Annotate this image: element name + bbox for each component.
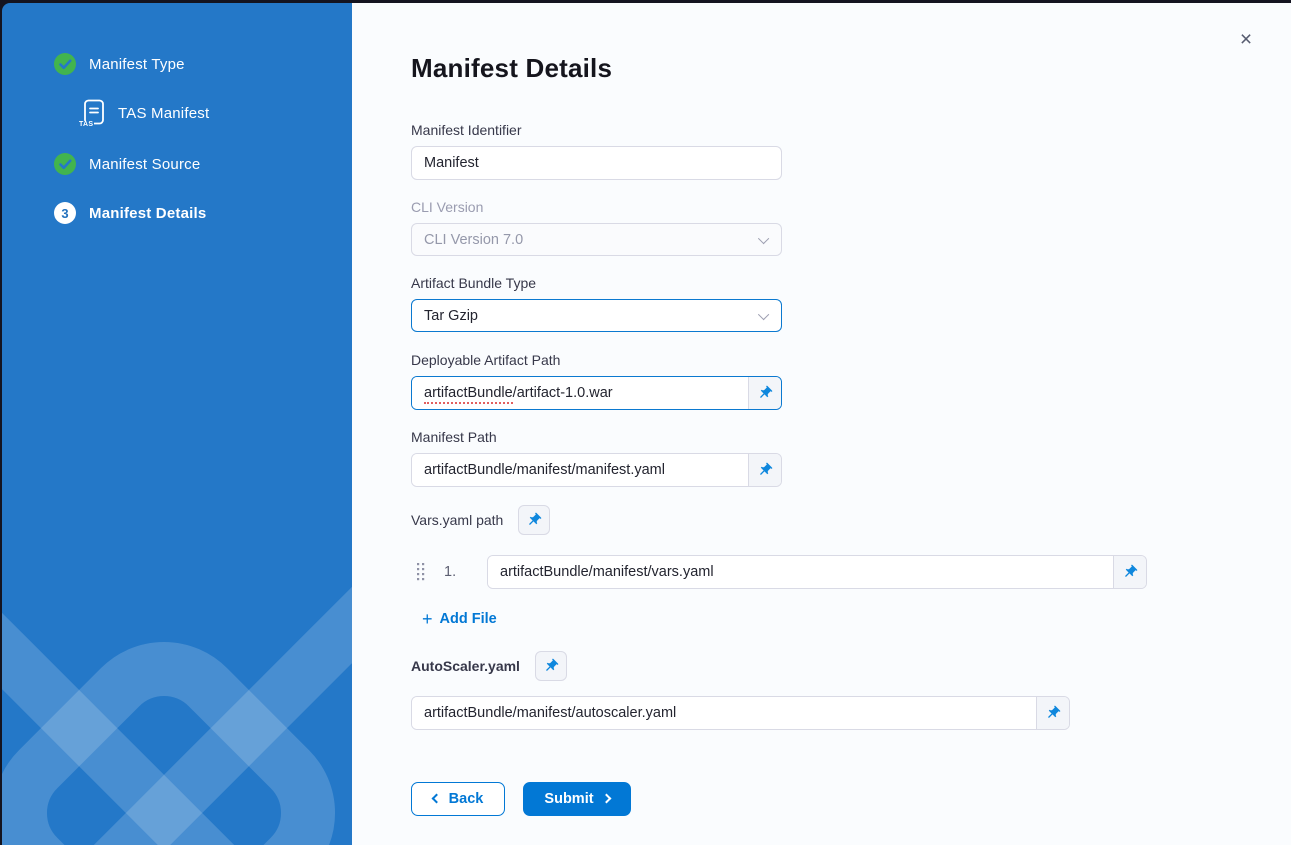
step-label: Manifest Source	[89, 156, 200, 173]
manifest-identifier-label: Manifest Identifier	[411, 122, 1291, 138]
artifact-bundle-type-label: Artifact Bundle Type	[411, 275, 1291, 291]
cli-version-select: CLI Version 7.0	[411, 223, 782, 256]
chevron-right-icon	[601, 794, 611, 804]
manifest-path-input[interactable]	[412, 454, 748, 486]
runtime-input-pin-button[interactable]	[1036, 697, 1069, 729]
manifest-details-panel: × Manifest Details Manifest Identifier C…	[352, 3, 1291, 845]
file-row-index: 1.	[444, 564, 464, 580]
sidebar-step-manifest-type[interactable]: Manifest Type	[54, 53, 185, 75]
cli-version-label: CLI Version	[411, 199, 1291, 215]
plus-icon: +	[422, 610, 433, 628]
vars-yaml-path-input[interactable]	[488, 556, 1113, 588]
tas-manifest-icon: TAS	[79, 99, 106, 128]
footer-actions: Back Submit	[411, 782, 1291, 816]
sidebar-step-manifest-source[interactable]: Manifest Source	[54, 153, 200, 175]
runtime-input-pin-button[interactable]	[535, 651, 567, 681]
autoscaler-label: AutoScaler.yaml	[411, 658, 520, 674]
autoscaler-label-row: AutoScaler.yaml	[411, 651, 1291, 681]
vars-yaml-file-row: 1.	[411, 555, 1291, 588]
runtime-input-pin-button[interactable]	[748, 454, 781, 486]
subitem-label: TAS Manifest	[118, 105, 209, 122]
submit-button-label: Submit	[544, 791, 593, 807]
chevron-down-icon	[758, 232, 769, 243]
deployable-artifact-path-input[interactable]: artifactBundle/artifact-1.0.war	[412, 377, 748, 409]
manifest-identifier-input[interactable]	[411, 146, 782, 180]
step-number-badge: 3	[54, 202, 76, 224]
step-label: Manifest Type	[89, 56, 185, 73]
autoscaler-path-input[interactable]	[412, 697, 1036, 729]
vars-yaml-label-row: Vars.yaml path	[411, 505, 1291, 535]
runtime-input-pin-button[interactable]	[1113, 556, 1146, 588]
step-label: Manifest Details	[89, 205, 206, 222]
manifest-path-group	[411, 453, 782, 487]
drag-handle-icon[interactable]	[416, 562, 426, 581]
back-button-label: Back	[449, 791, 484, 807]
check-circle-icon	[54, 153, 76, 175]
manifest-path-label: Manifest Path	[411, 429, 1291, 445]
page-title: Manifest Details	[411, 53, 1291, 81]
chevron-left-icon	[431, 794, 441, 804]
check-circle-icon	[54, 53, 76, 75]
autoscaler-path-group	[411, 696, 1070, 730]
deployable-artifact-path-group: artifactBundle/artifact-1.0.war	[411, 376, 782, 410]
vars-yaml-label: Vars.yaml path	[411, 512, 503, 528]
sidebar-step-manifest-details[interactable]: 3 Manifest Details	[54, 202, 206, 224]
vars-yaml-path-group	[487, 555, 1147, 589]
runtime-input-pin-button[interactable]	[518, 505, 550, 535]
chevron-down-icon	[758, 308, 769, 319]
back-button[interactable]: Back	[411, 782, 505, 816]
harness-logo-watermark	[2, 543, 352, 845]
submit-button[interactable]: Submit	[523, 782, 631, 816]
wizard-sidebar: Manifest Type TAS TAS Manifest Manif	[2, 3, 352, 845]
add-file-label: Add File	[440, 611, 497, 627]
close-icon[interactable]: ×	[1235, 29, 1257, 51]
cli-version-value: CLI Version 7.0	[424, 232, 523, 248]
artifact-bundle-type-select[interactable]: Tar Gzip	[411, 299, 782, 332]
add-file-button[interactable]: + Add File	[422, 609, 497, 628]
deployable-artifact-path-label: Deployable Artifact Path	[411, 352, 1291, 368]
manifest-wizard-modal: Manifest Type TAS TAS Manifest Manif	[2, 3, 1291, 845]
artifact-bundle-type-value: Tar Gzip	[424, 308, 478, 324]
runtime-input-pin-button[interactable]	[748, 377, 781, 409]
sidebar-subitem-tas-manifest[interactable]: TAS TAS Manifest	[79, 99, 209, 128]
